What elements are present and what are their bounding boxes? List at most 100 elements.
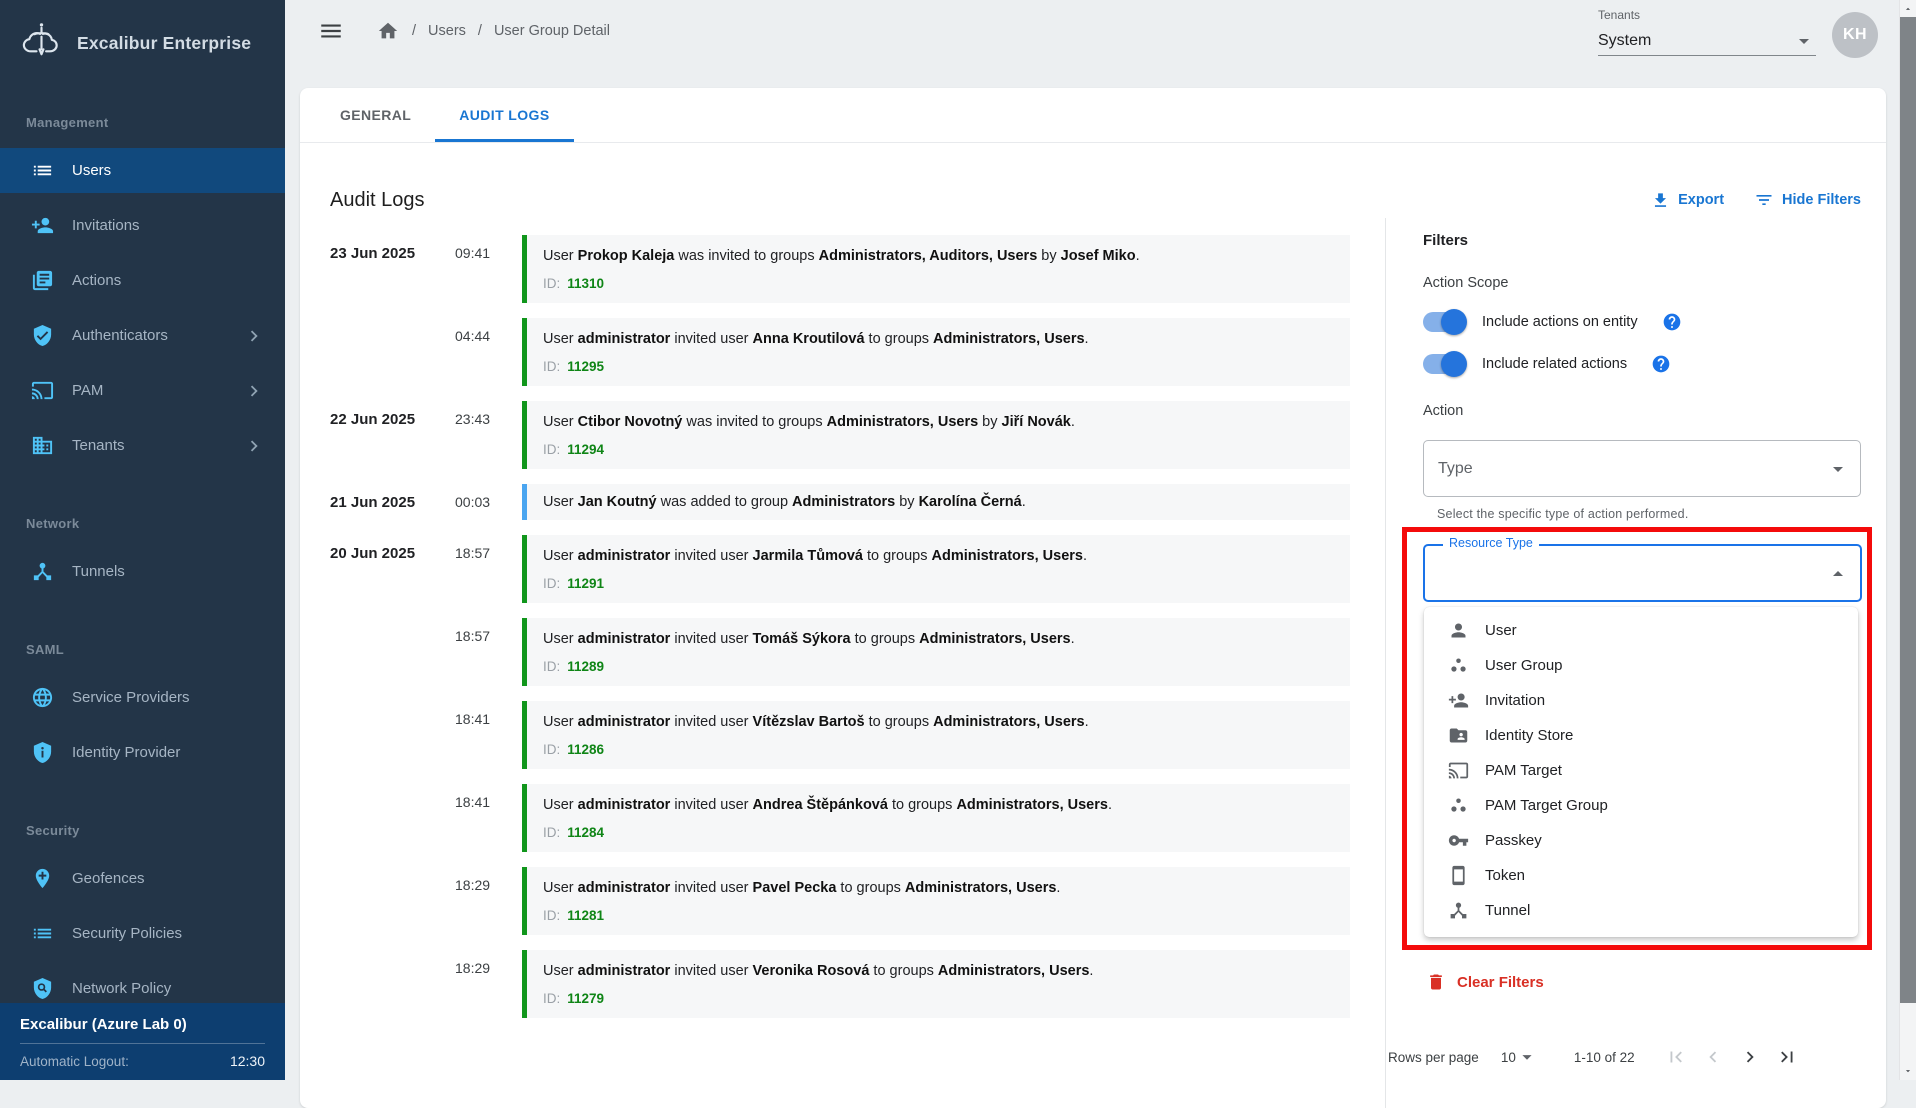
chevron-down-icon <box>1826 457 1850 481</box>
breadcrumb-separator: / <box>478 23 482 39</box>
breadcrumb-item-users[interactable]: Users <box>428 23 466 39</box>
log-time: 18:57 <box>455 618 522 686</box>
toggle-row: Include actions on entity <box>1423 309 1886 335</box>
sidebar-item-service-providers[interactable]: Service Providers <box>0 675 285 720</box>
sidebar-item-label: PAM <box>72 382 103 399</box>
resource-option-token[interactable]: Token <box>1424 858 1858 893</box>
log-id-value: 11281 <box>567 908 604 923</box>
page-title: Audit Logs <box>330 189 425 212</box>
sidebar-item-label: Security Policies <box>72 925 182 942</box>
auto-logout-label: Automatic Logout: <box>20 1054 129 1069</box>
log-message-part: Ctibor Novotný <box>578 414 683 430</box>
log-message-part: User <box>543 331 578 347</box>
chevron-up-icon[interactable] <box>1826 562 1850 586</box>
log-message: User administrator invited user Vítězsla… <box>543 714 1330 730</box>
log-message-part: . <box>1083 548 1087 564</box>
log-message-part: was invited to groups <box>674 248 818 264</box>
scroll-down-arrow-icon[interactable] <box>1900 1063 1916 1079</box>
log-message-part: User <box>543 631 578 647</box>
resource-option-user[interactable]: User <box>1424 613 1858 648</box>
building-icon <box>30 434 54 458</box>
log-row: 23 Jun 202509:41User Prokop Kaleja was i… <box>330 235 1350 303</box>
action-type-select[interactable]: Type <box>1423 440 1861 497</box>
log-message-part: administrator <box>578 548 671 564</box>
chevron-right-icon[interactable] <box>1739 1046 1761 1068</box>
log-message-part: administrator <box>578 963 671 979</box>
log-message-part: User <box>543 494 578 510</box>
log-message-part: User <box>543 548 578 564</box>
toggle-switch[interactable] <box>1423 354 1465 374</box>
log-id-label: ID: <box>543 908 560 923</box>
smartphone-icon <box>1447 865 1469 887</box>
log-message: User administrator invited user Jarmila … <box>543 548 1330 564</box>
toggle-knob <box>1441 309 1467 335</box>
log-date <box>330 867 455 935</box>
log-message-part: to groups <box>836 880 905 896</box>
sidebar-item-identity-provider[interactable]: Identity Provider <box>0 730 285 775</box>
tenant-select-value: System <box>1598 32 1651 50</box>
resource-type-dropdown: UserUser GroupInvitationIdentity StorePA… <box>1424 607 1858 937</box>
rows-per-page-select[interactable]: 10 <box>1501 1046 1538 1068</box>
rows-per-page-value: 10 <box>1501 1050 1516 1065</box>
export-button[interactable]: Export <box>1651 190 1724 210</box>
scrollbar-thumb[interactable] <box>1900 17 1916 1003</box>
help-icon[interactable] <box>1651 354 1671 374</box>
log-date <box>330 950 455 1018</box>
tab-general[interactable]: GENERAL <box>316 88 435 142</box>
scroll-up-arrow-icon[interactable] <box>1900 1 1916 17</box>
sidebar-item-security-policies[interactable]: Security Policies <box>0 911 285 956</box>
sidebar-item-authenticators[interactable]: Authenticators <box>0 313 285 358</box>
log-date <box>330 318 455 386</box>
log-message-part: by <box>978 414 1001 430</box>
log-entry: User administrator invited user Tomáš Sý… <box>522 618 1350 686</box>
sidebar-item-users[interactable]: Users <box>0 148 285 193</box>
group-dots-icon <box>1447 795 1469 817</box>
toggle-label: Include related actions <box>1482 356 1627 372</box>
export-button-label: Export <box>1678 192 1724 208</box>
last-page-icon[interactable] <box>1776 1046 1798 1068</box>
hide-filters-button[interactable]: Hide Filters <box>1754 190 1861 210</box>
menu-icon[interactable] <box>318 18 344 44</box>
log-id-value: 11291 <box>567 576 604 591</box>
resource-option-invitation[interactable]: Invitation <box>1424 683 1858 718</box>
resource-option-pam-target-group[interactable]: PAM Target Group <box>1424 788 1858 823</box>
log-message-part: to groups <box>888 797 957 813</box>
resource-option-passkey[interactable]: Passkey <box>1424 823 1858 858</box>
log-message-part: . <box>1089 963 1093 979</box>
log-time: 18:57 <box>455 535 522 603</box>
resource-option-tunnel[interactable]: Tunnel <box>1424 893 1858 928</box>
sidebar-item-tenants[interactable]: Tenants <box>0 423 285 468</box>
resource-option-pam-target[interactable]: PAM Target <box>1424 753 1858 788</box>
home-icon[interactable] <box>377 20 399 42</box>
hub-icon <box>30 560 54 584</box>
log-id: ID:11294 <box>543 442 1330 457</box>
resource-option-identity-store[interactable]: Identity Store <box>1424 718 1858 753</box>
tab-audit-logs[interactable]: AUDIT LOGS <box>435 88 573 142</box>
resource-option-label: Tunnel <box>1485 902 1530 919</box>
log-row: 18:29User administrator invited user Pav… <box>330 867 1350 935</box>
log-date <box>330 618 455 686</box>
resource-option-user-group[interactable]: User Group <box>1424 648 1858 683</box>
avatar[interactable]: KH <box>1832 12 1878 58</box>
resource-type-label: Resource Type <box>1443 536 1539 550</box>
cast-icon <box>30 379 54 403</box>
key-icon <box>1447 830 1469 852</box>
shield-search-icon <box>30 977 54 1001</box>
toggle-switch[interactable] <box>1423 312 1465 332</box>
log-message-part: invited user <box>670 631 752 647</box>
sidebar-item-tunnels[interactable]: Tunnels <box>0 549 285 594</box>
sidebar-item-invitations[interactable]: Invitations <box>0 203 285 248</box>
log-message-part: . <box>1071 414 1075 430</box>
help-icon[interactable] <box>1662 312 1682 332</box>
sidebar-item-actions[interactable]: Actions <box>0 258 285 303</box>
log-id-value: 11284 <box>567 825 604 840</box>
resource-type-input[interactable] <box>1423 544 1862 602</box>
sidebar-item-geofences[interactable]: Geofences <box>0 856 285 901</box>
sidebar-item-pam[interactable]: PAM <box>0 368 285 413</box>
log-message-part: Jiří Novák <box>1002 414 1071 430</box>
tenant-select[interactable]: System <box>1598 26 1816 56</box>
sidebar-section-saml: SAML <box>26 642 285 657</box>
clear-filters-button[interactable]: Clear Filters <box>1426 972 1544 992</box>
scrollbar-track[interactable] <box>1899 0 1916 1080</box>
log-id: ID:11286 <box>543 742 1330 757</box>
